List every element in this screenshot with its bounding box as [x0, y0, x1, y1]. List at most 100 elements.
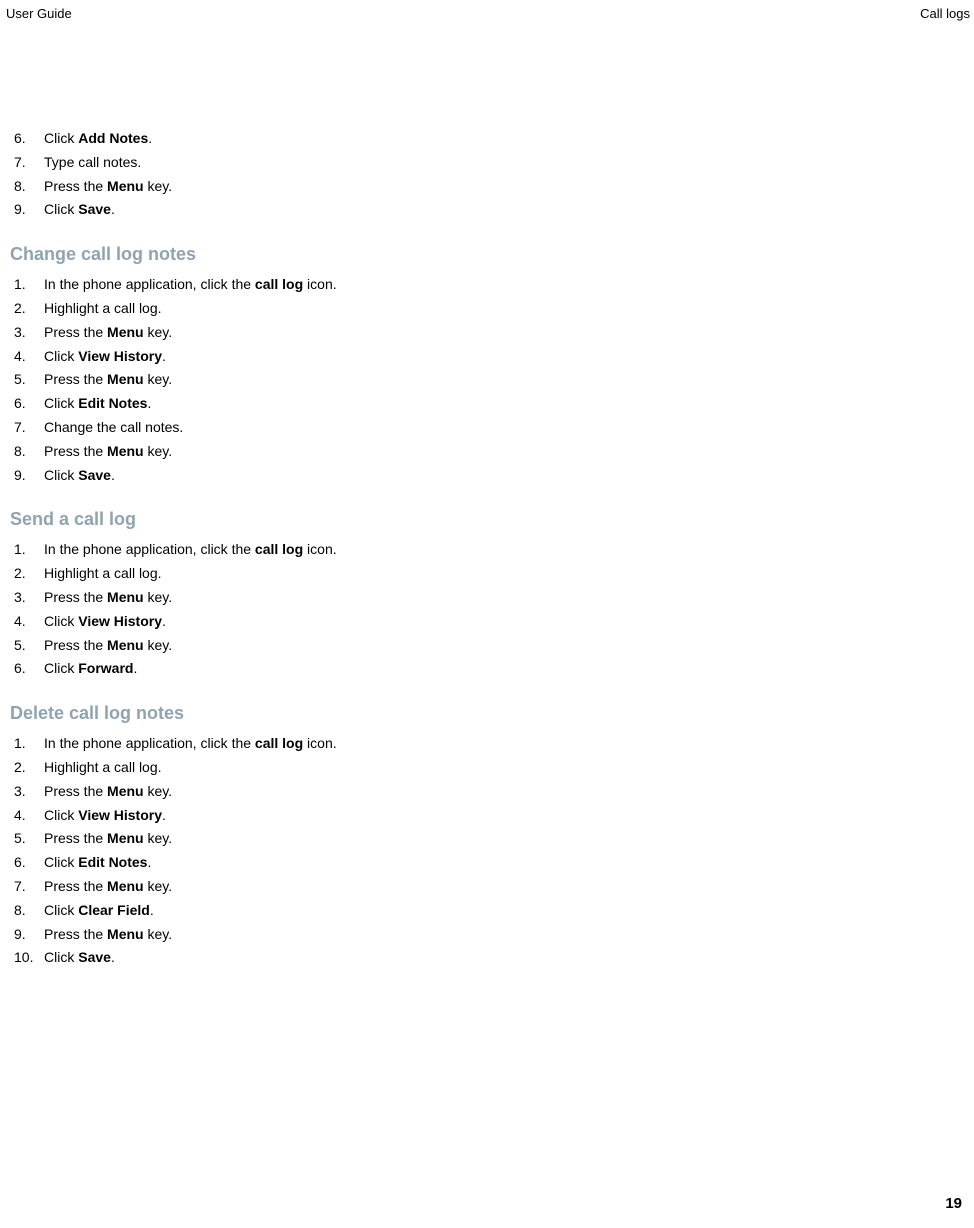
step-number: 9. — [14, 198, 36, 222]
list-item: 3.Press the Menu key. — [10, 586, 974, 610]
list-item: 3. Press the Menu key. — [10, 321, 974, 345]
step-text: In the phone application, click the call… — [44, 273, 337, 297]
sections: Change call log notes 1. In the phone appl… — [10, 244, 974, 970]
step-text: Press the Menu key. — [44, 321, 172, 345]
bold-text: Menu — [107, 178, 144, 194]
step-text: Click Forward. — [44, 657, 137, 681]
step-text: Click View History. — [44, 610, 166, 634]
bold-text: Menu — [107, 830, 144, 846]
bold-text: Forward — [78, 660, 133, 676]
step-text: Click Edit Notes. — [44, 851, 151, 875]
list-item: 8.Click Clear Field. — [10, 899, 974, 923]
list-item: 5. Press the Menu key. — [10, 634, 974, 658]
list-item: 8.Press the Menu key. — [10, 175, 974, 199]
step-text: Press the Menu key. — [44, 175, 172, 199]
step-text: In the phone application, click the call… — [44, 732, 337, 756]
bold-text: View History — [78, 348, 162, 364]
step-text: Press the Menu key. — [44, 923, 172, 947]
header: User Guide Call logs — [0, 0, 974, 21]
bold-text: Menu — [107, 371, 144, 387]
bold-text: call log — [255, 276, 303, 292]
list-item: 6.Click Forward. — [10, 657, 974, 681]
section-title: Delete call log notes — [10, 703, 974, 724]
step-text: Click Save. — [44, 464, 115, 488]
list-item: 7.Change the call notes. — [10, 416, 974, 440]
list-item: 5.Press the Menu key. — [10, 368, 974, 392]
step-text: Click View History. — [44, 345, 166, 369]
step-text: Click Clear Field. — [44, 899, 154, 923]
list-item: 9.Click Save. — [10, 198, 974, 222]
bold-text: Menu — [107, 324, 144, 340]
bold-text: Edit Notes — [78, 854, 147, 870]
list-item: 4.Click View History. — [10, 804, 974, 828]
list-item: 5.Press the Menu key. — [10, 827, 974, 851]
page-number: 19 — [945, 1195, 962, 1212]
bold-text: View History — [78, 807, 162, 823]
step-number: 9. — [14, 923, 36, 947]
bold-text: call log — [255, 541, 303, 557]
step-text: Press the Menu key. — [44, 780, 172, 804]
list-item: 7. Type call notes. — [10, 151, 974, 175]
step-number: 8. — [14, 440, 36, 464]
step-text: Highlight a call log. — [44, 756, 162, 780]
step-number: 4. — [14, 345, 36, 369]
step-number: 2. — [14, 562, 36, 586]
step-number: 7. — [14, 875, 36, 899]
list-item: 3. Press the Menu key. — [10, 780, 974, 804]
step-number: 5. — [14, 634, 36, 658]
list-item: 10. Click Save. — [10, 946, 974, 970]
step-number: 3. — [14, 321, 36, 345]
step-number: 10. — [14, 946, 36, 970]
list-item: 9. Click Save. — [10, 464, 974, 488]
step-number: 4. — [14, 610, 36, 634]
header-right: Call logs — [920, 6, 970, 21]
bold-text: Menu — [107, 783, 144, 799]
list-item: 4. Click View History. — [10, 610, 974, 634]
bold-text: Menu — [107, 637, 144, 653]
step-text: Click Edit Notes. — [44, 392, 151, 416]
list-item: 1. In the phone application, click the ca… — [10, 732, 974, 756]
steps-list: 1. In the phone application, click the ca… — [10, 273, 974, 487]
step-number: 4. — [14, 804, 36, 828]
step-text: Click Save. — [44, 946, 115, 970]
step-number: 9. — [14, 464, 36, 488]
steps-list: 1. In the phone application, click the ca… — [10, 538, 974, 681]
step-number: 5. — [14, 827, 36, 851]
bold-text: Add Notes — [78, 130, 148, 146]
bold-text: Menu — [107, 878, 144, 894]
step-text: In the phone application, click the call… — [44, 538, 337, 562]
bold-text: call log — [255, 735, 303, 751]
steps-list: 1. In the phone application, click the ca… — [10, 732, 974, 970]
step-number: 1. — [14, 732, 36, 756]
list-item: 2. Highlight a call log. — [10, 756, 974, 780]
step-text: Highlight a call log. — [44, 297, 162, 321]
step-number: 6. — [14, 851, 36, 875]
step-text: Press the Menu key. — [44, 634, 172, 658]
step-text: Highlight a call log. — [44, 562, 162, 586]
list-item: 6. Click Edit Notes. — [10, 851, 974, 875]
step-number: 6. — [14, 392, 36, 416]
bold-text: View History — [78, 613, 162, 629]
step-number: 7. — [14, 151, 36, 175]
header-left: User Guide — [6, 6, 72, 21]
step-number: 1. — [14, 538, 36, 562]
step-text: Press the Menu key. — [44, 586, 172, 610]
bold-text: Save — [78, 949, 111, 965]
step-text: Press the Menu key. — [44, 440, 172, 464]
step-number: 2. — [14, 297, 36, 321]
bold-text: Menu — [107, 443, 144, 459]
list-item: 2. Highlight a call log. — [10, 562, 974, 586]
step-number: 3. — [14, 780, 36, 804]
list-item: 6. Click Edit Notes. — [10, 392, 974, 416]
step-number: 7. — [14, 416, 36, 440]
list-item: 4. Click View History. — [10, 345, 974, 369]
step-text: Type call notes. — [44, 151, 141, 175]
section-title: Change call log notes — [10, 244, 974, 265]
step-number: 2. — [14, 756, 36, 780]
bold-text: Menu — [107, 926, 144, 942]
step-number: 1. — [14, 273, 36, 297]
list-item: 9. Press the Menu key. — [10, 923, 974, 947]
content: 6.Click Add Notes.7.Type call notes.8.Pr… — [0, 21, 974, 970]
section-title: Send a call log — [10, 509, 974, 530]
list-item: 8. Press the Menu key. — [10, 440, 974, 464]
